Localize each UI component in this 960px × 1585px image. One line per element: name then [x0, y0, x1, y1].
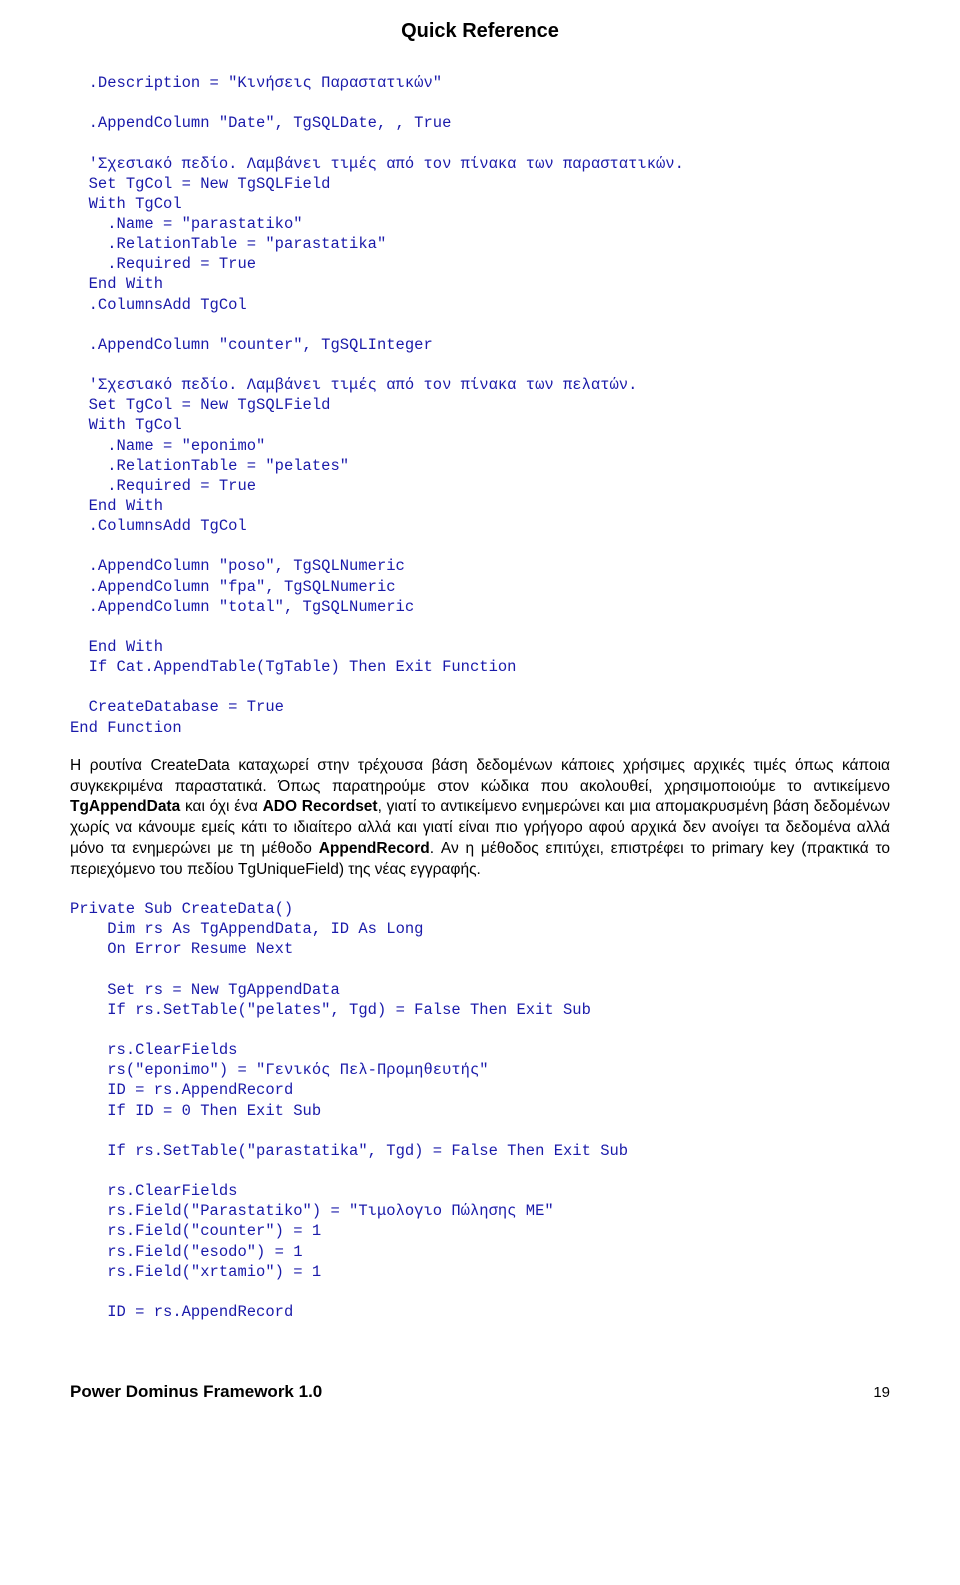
code-block-2: Private Sub CreateData() Dim rs As TgApp… [70, 899, 890, 1322]
footer-left: Power Dominus Framework 1.0 [70, 1382, 322, 1402]
page-title: Quick Reference [70, 20, 890, 43]
prose-text: Η ρουτίνα CreateData καταχωρεί στην τρέχ… [70, 757, 890, 795]
bold-term-1: TgAppendData [70, 798, 180, 815]
prose-text: και όχι ένα [180, 798, 262, 815]
page: Quick Reference .Description = "Κινήσεις… [0, 0, 960, 1442]
page-footer: Power Dominus Framework 1.0 19 [70, 1382, 890, 1402]
body-paragraph-1: Η ρουτίνα CreateData καταχωρεί στην τρέχ… [70, 756, 890, 882]
bold-term-2: ADO Recordset [263, 798, 378, 815]
code-block-1: .Description = "Κινήσεις Παραστατικών" .… [70, 73, 890, 738]
page-number: 19 [873, 1384, 890, 1401]
bold-term-3: AppendRecord [319, 840, 430, 857]
